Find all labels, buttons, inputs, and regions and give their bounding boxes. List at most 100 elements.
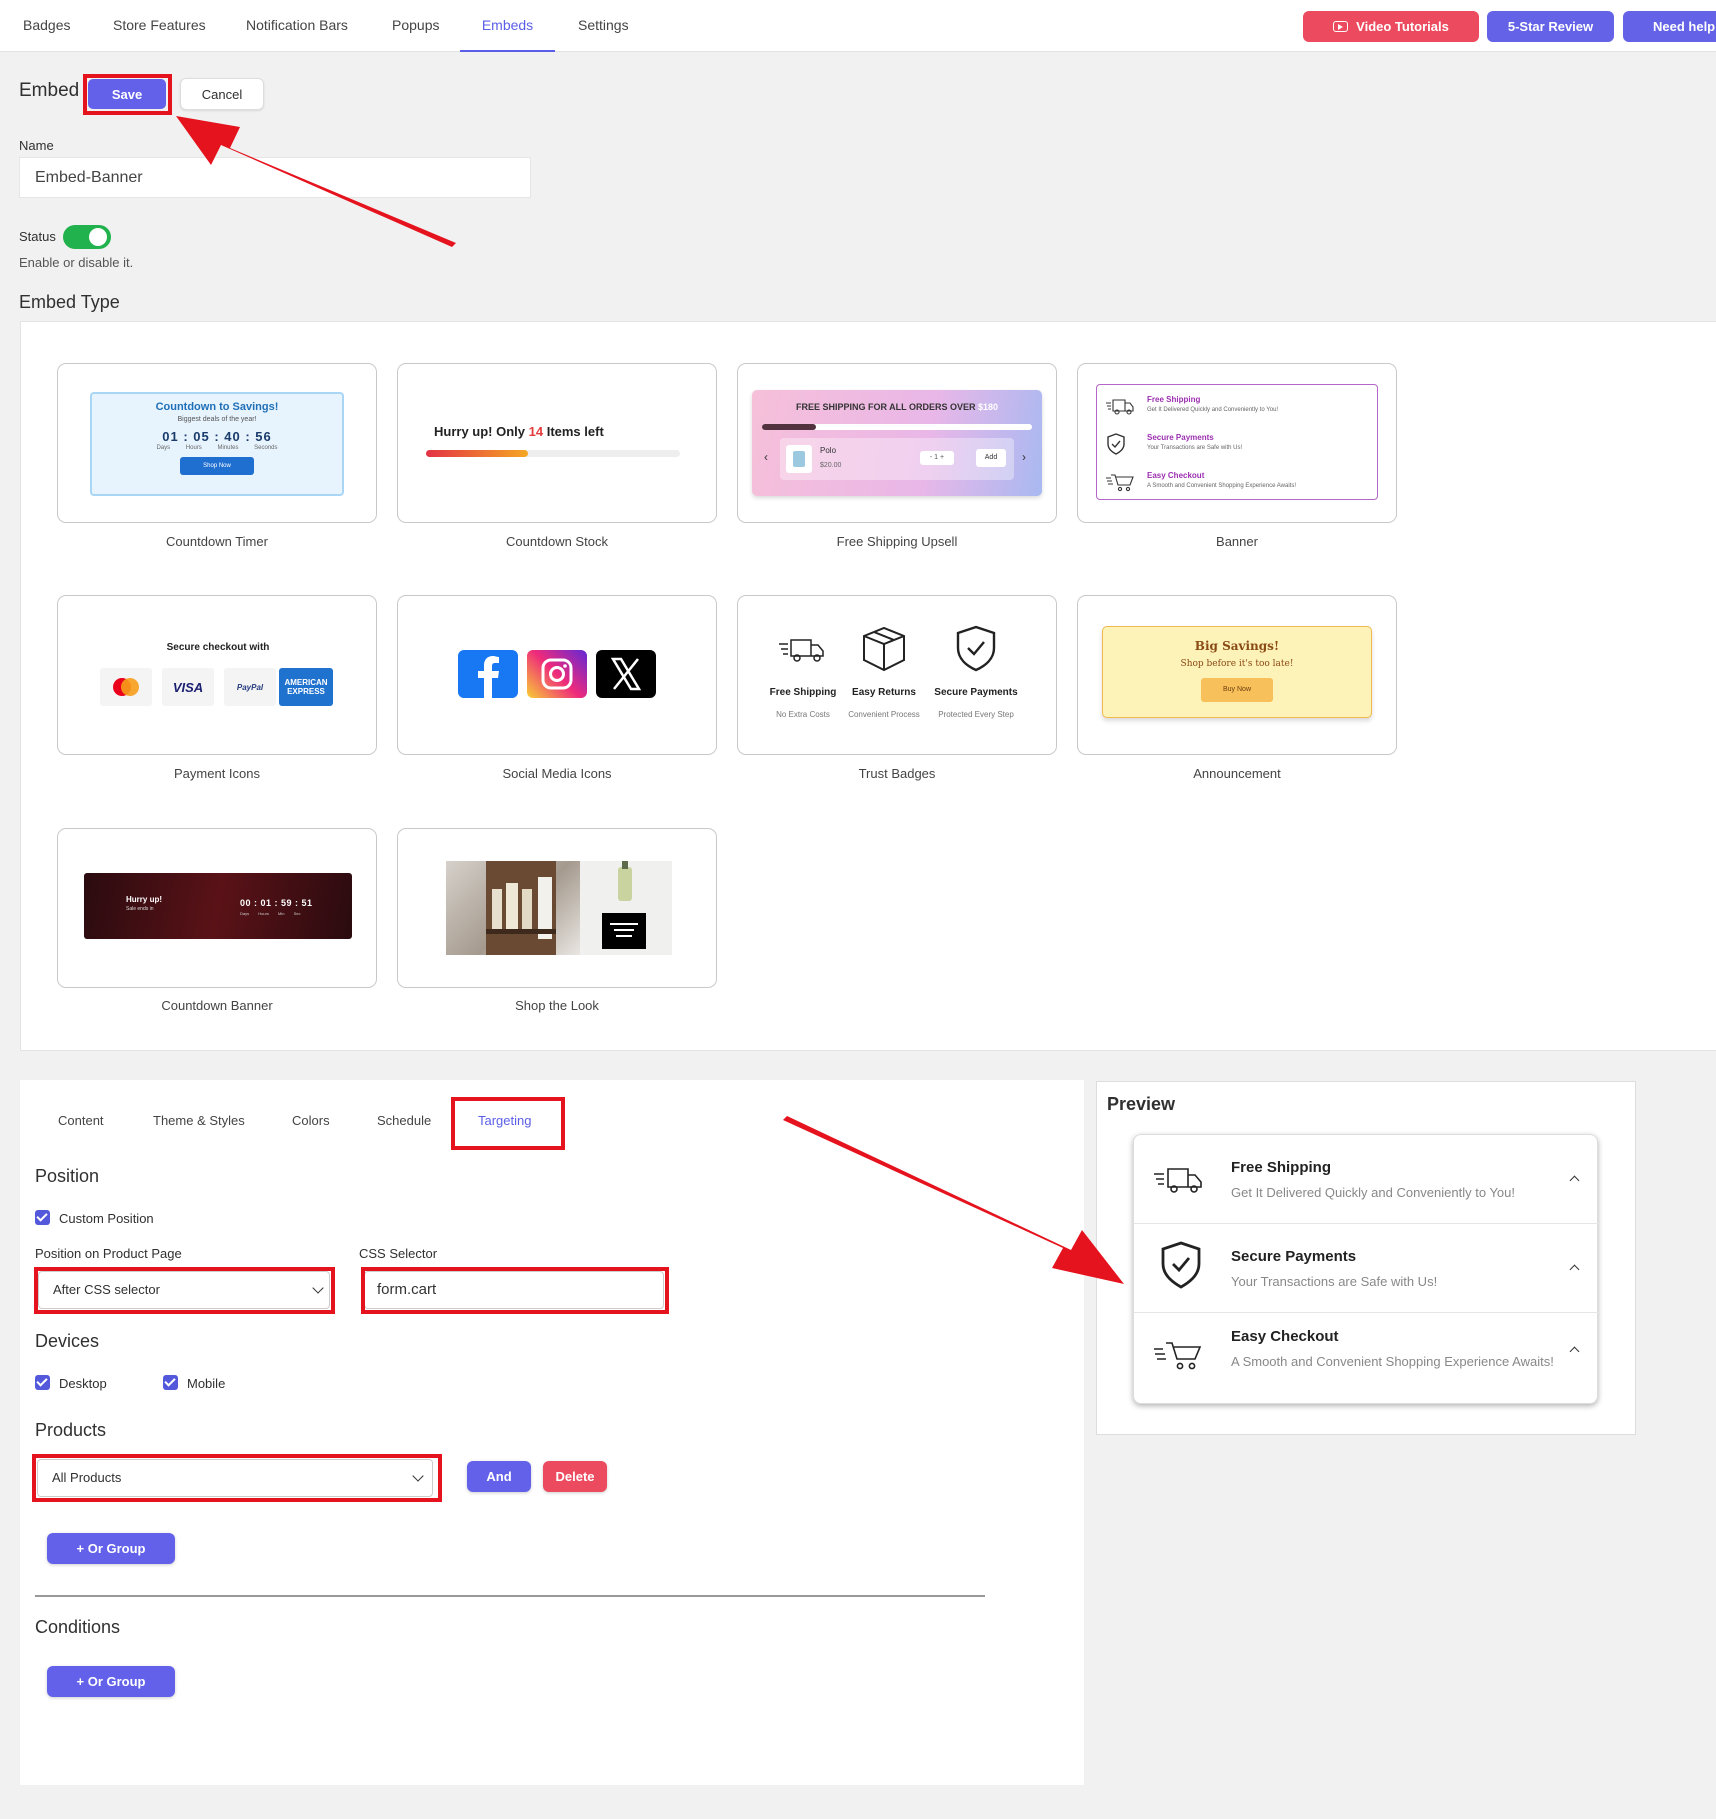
add-button: Add	[976, 449, 1006, 467]
need-help-button[interactable]: Need help	[1623, 11, 1716, 42]
targeting-config-panel	[20, 1080, 1084, 1785]
banner-row-title: Easy Checkout	[1147, 471, 1205, 480]
facebook-icon	[458, 650, 518, 698]
countdown-digits: 01 : 05 : 40 : 56	[162, 429, 272, 444]
preview-row-title: Free Shipping	[1231, 1159, 1332, 1176]
tab-settings[interactable]: Settings	[578, 0, 629, 52]
countdown-timer-preview: Countdown to Savings! Biggest deals of t…	[90, 392, 344, 496]
embed-type-shop-the-look[interactable]	[397, 828, 717, 988]
tab-theme-styles[interactable]: Theme & Styles	[153, 1113, 245, 1128]
truck-icon	[779, 639, 824, 662]
devices-heading: Devices	[35, 1331, 100, 1351]
mastercard-icon	[100, 668, 152, 706]
trust-badge-shipping: Free Shipping No Extra Costs	[758, 624, 848, 719]
products-select[interactable]: All Products	[37, 1459, 433, 1497]
video-tutorials-button[interactable]: Video Tutorials	[1303, 11, 1479, 42]
banner-row-sub: Your Transactions are Safe with Us!	[1147, 445, 1243, 451]
free-shipping-progress-fill	[762, 424, 816, 430]
conditions-or-group-button[interactable]: + Or Group	[47, 1666, 175, 1697]
chevron-up-icon[interactable]	[1569, 1175, 1580, 1186]
shop-look-image-side	[580, 861, 672, 955]
name-input[interactable]: Embed-Banner	[19, 157, 531, 198]
shirt-thumbnail	[786, 445, 812, 473]
stock-text: Hurry up! Only 14 Items left	[434, 424, 604, 439]
delete-button[interactable]: Delete	[543, 1461, 607, 1492]
announcement-title: Big Savings!	[1194, 639, 1280, 653]
tab-badges[interactable]: Badges	[23, 0, 70, 52]
embed-type-trust-badges[interactable]: Free Shipping No Extra Costs Easy Return…	[737, 595, 1057, 755]
or-group-button[interactable]: + Or Group	[47, 1533, 175, 1564]
tab-store-features[interactable]: Store Features	[113, 0, 206, 52]
chevron-up-icon[interactable]	[1569, 1264, 1580, 1275]
shield-check-icon	[956, 625, 996, 672]
visa-logo-text: VISA	[172, 679, 204, 695]
tab-embeds[interactable]: Embeds	[460, 0, 555, 52]
trust-badge-sub: Protected Every Step	[938, 710, 1014, 719]
save-button[interactable]: Save	[88, 79, 166, 109]
countdown-banner-time: 00 : 01 : 59 : 51	[240, 898, 313, 908]
status-toggle[interactable]	[63, 225, 111, 249]
css-selector-input[interactable]: form.cart	[364, 1271, 664, 1309]
and-button[interactable]: And	[467, 1461, 531, 1492]
trust-badge-returns: Easy Returns Convenient Process	[839, 624, 929, 719]
paypal-icon: PayPal	[224, 668, 276, 706]
countdown-banner-units: Days Hours Min Sec	[240, 911, 301, 916]
free-shipping-product: Polo $20.00 - 1 + Add	[780, 438, 1014, 480]
paypal-logo-text: PayPal	[236, 682, 264, 692]
cart-icon	[1154, 1342, 1202, 1370]
amex-logo-text: AMERICAN EXPRESS	[284, 678, 328, 696]
card-label-shop-the-look: Shop the Look	[515, 998, 599, 1013]
banner-preview: Free Shipping Get It Delivered Quickly a…	[1096, 384, 1378, 500]
preview-row-sub: Your Transactions are Safe with Us!	[1231, 1274, 1438, 1289]
embed-type-social-media-icons[interactable]	[397, 595, 717, 755]
embed-type-countdown-timer[interactable]: Countdown to Savings! Biggest deals of t…	[57, 363, 377, 523]
mobile-label: Mobile	[187, 1376, 226, 1391]
five-star-review-button[interactable]: 5-Star Review	[1487, 11, 1614, 42]
embed-type-banner[interactable]: Free Shipping Get It Delivered Quickly a…	[1077, 363, 1397, 523]
desktop-checkbox[interactable]	[35, 1375, 50, 1390]
embed-type-free-shipping-upsell[interactable]: FREE SHIPPING FOR ALL ORDERS OVER $180 ‹…	[737, 363, 1057, 523]
mobile-checkbox[interactable]	[163, 1375, 178, 1390]
card-label-countdown-stock: Countdown Stock	[506, 534, 608, 549]
x-twitter-icon	[596, 650, 656, 698]
tab-schedule[interactable]: Schedule	[377, 1113, 431, 1128]
preview-row-sub: Get It Delivered Quickly and Convenientl…	[1231, 1185, 1515, 1200]
custom-position-label: Custom Position	[59, 1211, 154, 1226]
embed-type-payment-icons[interactable]: Secure checkout with VISA PayPal AMERICA…	[57, 595, 377, 755]
countdown-shop-button: Shop Now	[180, 457, 254, 475]
position-label: Position on Product Page	[35, 1246, 182, 1261]
divider	[35, 1595, 985, 1597]
tab-colors[interactable]: Colors	[292, 1113, 330, 1128]
preview-row-title: Secure Payments	[1231, 1248, 1357, 1265]
amex-icon: AMERICAN EXPRESS	[279, 668, 333, 706]
embed-type-countdown-banner[interactable]: Hurry up! Sale ends in 00 : 01 : 59 : 51…	[57, 828, 377, 988]
shield-check-icon	[1161, 1241, 1201, 1289]
tab-targeting[interactable]: Targeting	[478, 1113, 531, 1128]
truck-icon	[1106, 399, 1134, 415]
trust-badge-title: Free Shipping	[769, 687, 837, 698]
position-select[interactable]: After CSS selector	[38, 1271, 330, 1309]
tab-popups[interactable]: Popups	[392, 0, 439, 52]
embed-type-countdown-stock[interactable]: Hurry up! Only 14 Items left	[397, 363, 717, 523]
stock-progress-fill	[426, 450, 528, 457]
play-icon	[1333, 21, 1349, 32]
chevron-up-icon[interactable]	[1569, 1346, 1580, 1357]
tab-content[interactable]: Content	[58, 1113, 104, 1128]
countdown-banner-sub: Sale ends in	[126, 906, 154, 912]
tab-notification-bars[interactable]: Notification Bars	[246, 0, 348, 52]
payment-title: Secure checkout with	[166, 642, 270, 653]
top-navigation: Badges Store Features Notification Bars …	[0, 0, 1716, 52]
desktop-label: Desktop	[59, 1376, 107, 1391]
cancel-button[interactable]: Cancel	[180, 78, 264, 110]
preview-row-title: Easy Checkout	[1231, 1328, 1339, 1345]
card-label-social-media-icons: Social Media Icons	[502, 766, 612, 781]
preview-divider	[1134, 1223, 1599, 1224]
chevron-left-icon: ‹	[764, 450, 768, 464]
card-label-announcement: Announcement	[1193, 766, 1281, 781]
card-label-payment-icons: Payment Icons	[174, 766, 260, 781]
trust-badge-title: Easy Returns	[852, 687, 916, 698]
preview-row-sub: A Smooth and Convenient Shopping Experie…	[1231, 1354, 1554, 1369]
embed-type-announcement[interactable]: Big Savings! Shop before it's too late! …	[1077, 595, 1397, 755]
trust-badge-sub: Convenient Process	[848, 710, 920, 719]
custom-position-checkbox[interactable]	[35, 1210, 50, 1225]
